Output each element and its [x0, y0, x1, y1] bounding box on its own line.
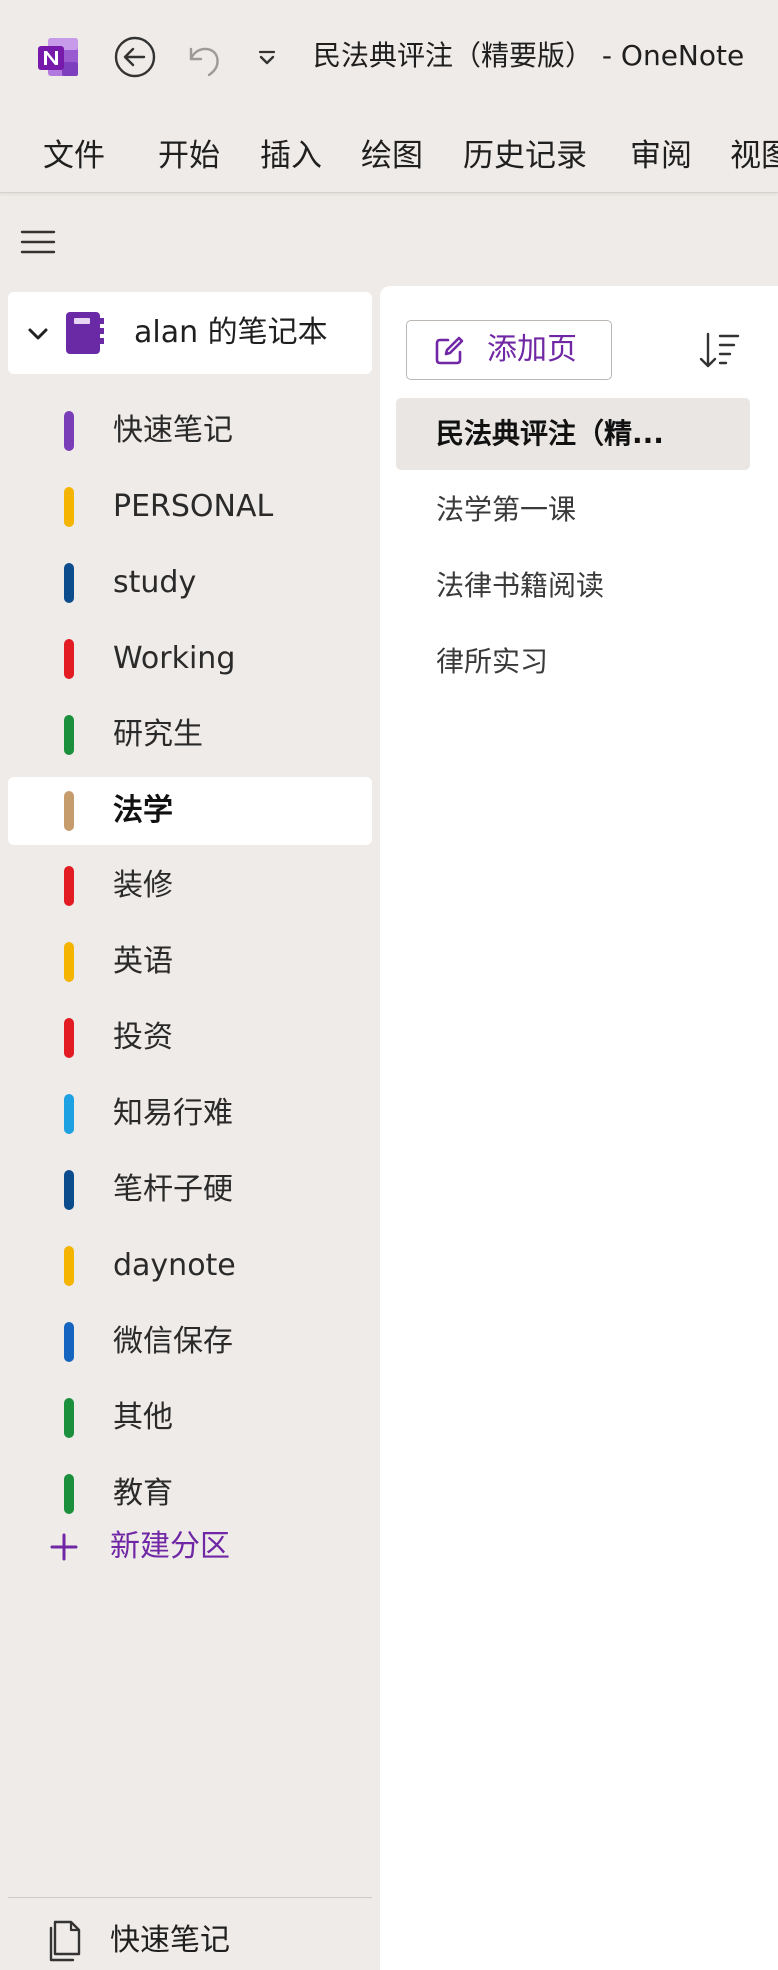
section-item[interactable]: 法学: [8, 777, 372, 845]
section-label: 法学: [113, 793, 173, 828]
menu-home[interactable]: 开始: [158, 136, 220, 176]
new-section-label: 新建分区: [110, 1529, 230, 1564]
section-item[interactable]: 笔杆子硬: [8, 1156, 372, 1224]
add-page-button[interactable]: 添加页: [406, 320, 612, 380]
section-color-tab: [64, 942, 74, 982]
section-item[interactable]: 英语: [8, 928, 372, 996]
section-label: 教育: [113, 1476, 173, 1511]
section-label: 快速笔记: [113, 413, 233, 448]
page-item[interactable]: 法学第一课: [396, 474, 750, 546]
section-label: 英语: [113, 944, 173, 979]
section-label: 笔杆子硬: [113, 1172, 233, 1207]
section-label: 投资: [113, 1020, 173, 1055]
page-item[interactable]: 律所实习: [396, 626, 750, 698]
section-item[interactable]: PERSONAL: [8, 473, 372, 541]
notebook-name: alan 的笔记本: [134, 315, 328, 350]
section-color-tab: [64, 1246, 74, 1286]
section-item[interactable]: 装修: [8, 852, 372, 920]
menu-view[interactable]: 视图: [730, 136, 778, 176]
divider: [8, 1897, 372, 1898]
onenote-logo-icon: [36, 36, 80, 78]
undo-icon: [189, 47, 219, 77]
section-item[interactable]: 知易行难: [8, 1080, 372, 1148]
section-label: 装修: [113, 868, 173, 903]
section-item[interactable]: 快速笔记: [8, 397, 372, 465]
notebook-icon: [60, 310, 106, 356]
section-color-tab: [64, 1094, 74, 1134]
undo-button[interactable]: [181, 35, 225, 79]
add-page-label: 添加页: [487, 332, 577, 367]
page-list-pane: 添加页 民法典评注（精... 法学第一课法律书籍阅读 律所实习: [380, 286, 778, 1970]
section-color-tab: [64, 715, 74, 755]
page-title: 法学第一课: [436, 493, 577, 526]
section-item[interactable]: 研究生: [8, 701, 372, 769]
plus-icon: [50, 1533, 78, 1561]
section-item[interactable]: 投资: [8, 1004, 372, 1072]
section-color-tab: [64, 866, 74, 906]
sort-icon: [699, 332, 740, 368]
section-color-tab: [64, 1398, 74, 1438]
title-bar: 民法典评注（精要版） - OneNote: [0, 0, 778, 112]
section-item[interactable]: 其他: [8, 1384, 372, 1452]
navigation-toggle-button[interactable]: [18, 222, 58, 262]
section-color-tab: [64, 1474, 74, 1514]
section-label: 知易行难: [113, 1096, 233, 1131]
notebook-item[interactable]: alan 的笔记本: [8, 292, 372, 374]
menu-file[interactable]: 文件: [43, 136, 105, 176]
section-color-tab: [64, 411, 74, 451]
section-item[interactable]: daynote: [8, 1232, 372, 1300]
section-color-tab: [64, 639, 74, 679]
section-color-tab: [64, 1018, 74, 1058]
section-label: 其他: [113, 1400, 173, 1435]
window-title: 民法典评注（精要版） - OneNote: [313, 39, 745, 72]
page-item[interactable]: 民法典评注（精...: [396, 398, 750, 470]
section-label: Working: [113, 641, 236, 676]
section-color-tab: [64, 1322, 74, 1362]
section-item[interactable]: 微信保存: [8, 1308, 372, 1376]
menu-insert[interactable]: 插入: [260, 136, 322, 176]
section-item[interactable]: study: [8, 549, 372, 617]
section-color-tab: [64, 1170, 74, 1210]
sort-pages-button[interactable]: [698, 328, 742, 372]
section-color-tab: [64, 563, 74, 603]
chevron-down-icon[interactable]: [24, 320, 52, 348]
section-color-tab: [64, 487, 74, 527]
section-item[interactable]: Working: [8, 625, 372, 693]
quick-access-dropdown-button[interactable]: [253, 44, 281, 72]
quick-notes-icon: [49, 1920, 81, 1962]
chevron-down-icon: [258, 50, 276, 65]
page-item[interactable]: 法律书籍阅读: [396, 550, 750, 622]
section-label: PERSONAL: [113, 489, 274, 524]
page-title: 法律书籍阅读: [436, 569, 605, 602]
menu-history[interactable]: 历史记录: [463, 136, 587, 176]
section-label: study: [113, 565, 197, 600]
section-label: 研究生: [113, 717, 203, 752]
section-label: daynote: [113, 1248, 236, 1283]
section-item[interactable]: 教育: [8, 1460, 372, 1528]
section-color-tab: [64, 791, 74, 831]
section-label: 微信保存: [113, 1324, 233, 1359]
menu-draw[interactable]: 绘图: [361, 136, 423, 176]
menu-review[interactable]: 审阅: [630, 136, 692, 176]
back-button[interactable]: [113, 35, 157, 79]
page-title: 民法典评注（精...: [436, 417, 664, 450]
back-arrow-icon: [114, 36, 156, 78]
hamburger-menu-icon: [20, 230, 56, 254]
quick-notes-label: 快速笔记: [110, 1923, 230, 1958]
page-title: 律所实习: [436, 645, 549, 678]
compose-icon: [435, 336, 464, 365]
ribbon-menu: 文件 开始 插入 绘图 历史记录 审阅 视图: [0, 112, 778, 193]
